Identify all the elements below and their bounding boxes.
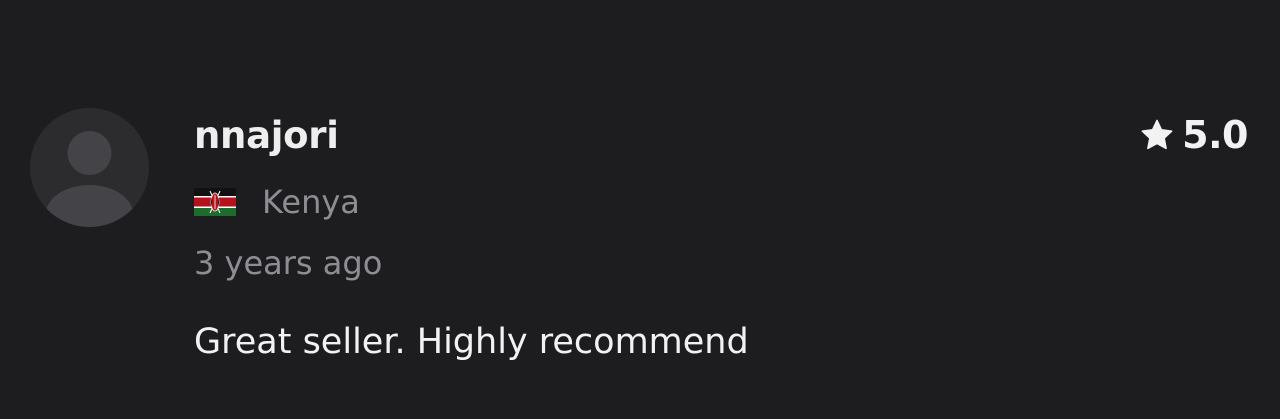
reviewer-name[interactable]: nnajori <box>194 112 339 160</box>
country-name: Kenya <box>262 183 360 221</box>
reviewer-country: Kenya <box>194 182 360 222</box>
rating-value: 5.0 <box>1182 113 1248 157</box>
rating: 5.0 <box>1140 111 1248 159</box>
default-user-avatar-icon <box>45 131 134 227</box>
kenya-flag-icon <box>194 188 236 216</box>
user-avatar[interactable] <box>30 108 149 227</box>
review-card: nnajori 5.0 Kenya 3 years ago Great sell… <box>0 0 1280 419</box>
star-icon <box>1141 119 1173 150</box>
review-text: Great seller. Highly recommend <box>194 322 749 362</box>
review-timestamp: 3 years ago <box>194 244 383 282</box>
